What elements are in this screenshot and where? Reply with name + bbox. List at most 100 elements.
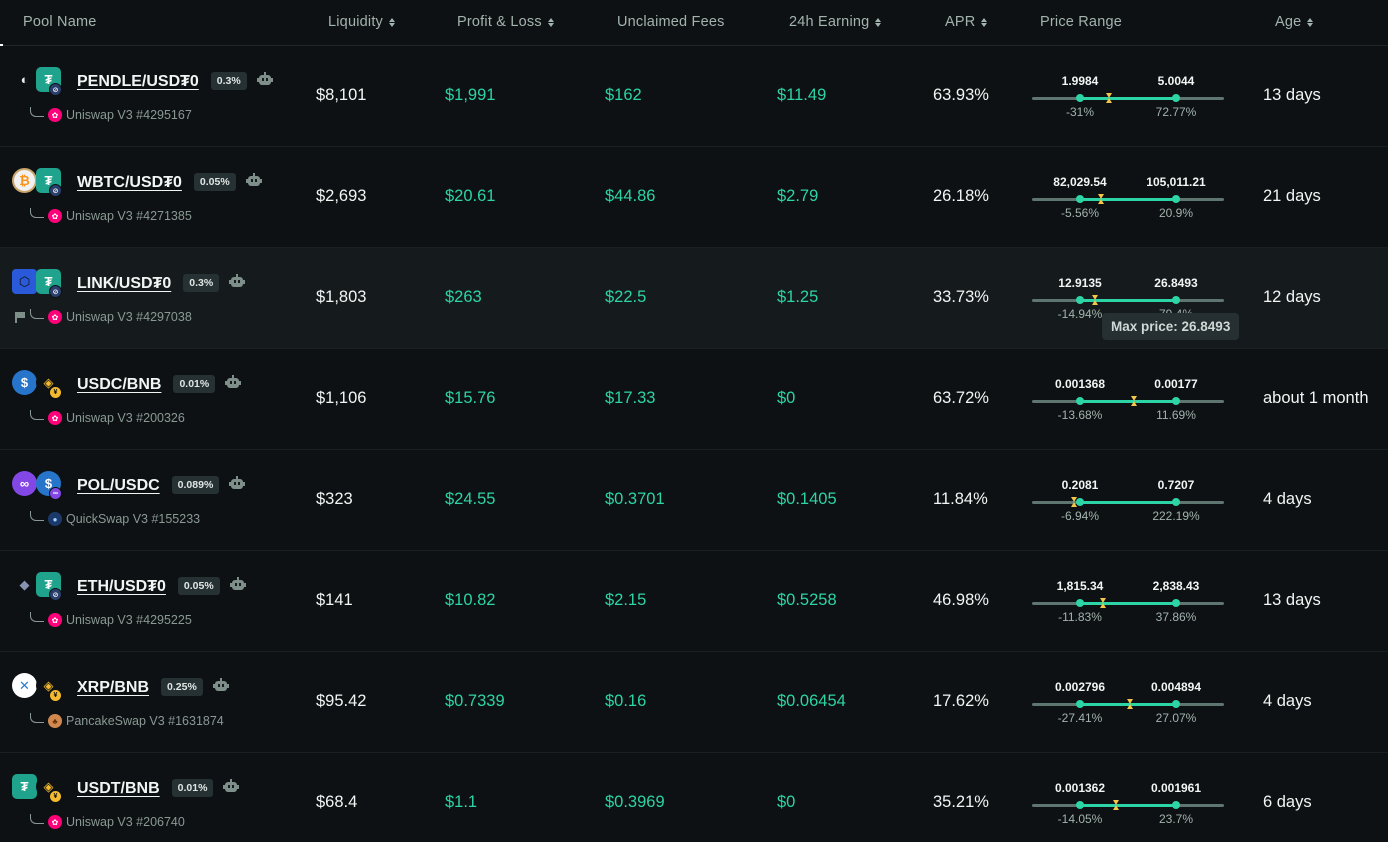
age-value: 13 days [1263, 86, 1321, 104]
age-value: 13 days [1263, 591, 1321, 609]
max-price-label: 2,838.43 [1152, 579, 1200, 593]
price-range-bar[interactable]: 82,029.54 105,011.21 -5.56% 20.9% [1032, 175, 1224, 225]
price-range-bar[interactable]: 0.002796 0.004894 -27.41% 27.07% [1032, 680, 1224, 730]
dex-position-id: Uniswap V3 #4295167 [66, 108, 192, 122]
flag-icon[interactable] [14, 311, 26, 323]
sort-icon[interactable] [875, 17, 882, 27]
sort-icon[interactable] [547, 17, 554, 27]
pair-icons: ✕ ◈ ¥ [12, 673, 68, 713]
pool-link[interactable]: POL/USDC 0.089% [77, 476, 246, 495]
pool-link[interactable]: WBTC/USD₮0 0.05% [77, 173, 262, 192]
age-value: 6 days [1263, 793, 1312, 811]
24h-earning-value: $11.49 [777, 86, 827, 104]
uniswap-icon: ✿ [48, 411, 62, 425]
table-row[interactable]: ₮ ◈ ¥ USDT/BNB 0.01% ✿ Uniswap V3 #206740… [0, 753, 1388, 842]
dex-position-id: QuickSwap V3 #155233 [66, 512, 201, 526]
liquidity-value: $1,803 [316, 288, 367, 306]
position-source: ✿ Uniswap V3 #200326 [14, 410, 185, 425]
unclaimed-fees-value: $0.3969 [605, 793, 665, 811]
current-price-marker-icon [1092, 295, 1099, 305]
network-badge-icon: ⊘ [49, 184, 62, 197]
min-price-pct: -14.05% [1057, 812, 1103, 826]
max-price-handle[interactable] [1172, 195, 1180, 203]
min-price-handle[interactable] [1076, 94, 1084, 102]
col-age[interactable]: Age [1275, 14, 1314, 30]
col-pnl[interactable]: Profit & Loss [457, 14, 554, 30]
price-range-bar[interactable]: 1,815.34 2,838.43 -11.83% 37.86% [1032, 579, 1224, 629]
min-price-pct: -13.68% [1057, 408, 1103, 422]
apr-value: 26.18% [933, 187, 989, 205]
col-unclaimed-fees: Unclaimed Fees [617, 14, 725, 30]
fee-tier-badge: 0.3% [210, 72, 247, 90]
max-price-handle[interactable] [1172, 94, 1180, 102]
min-price-handle[interactable] [1076, 195, 1084, 203]
min-price-handle[interactable] [1076, 397, 1084, 405]
pool-link[interactable]: USDC/BNB 0.01% [77, 375, 242, 394]
price-range-bar[interactable]: 0.001368 0.00177 -13.68% 11.69% [1032, 377, 1224, 427]
max-price-handle[interactable] [1172, 397, 1180, 405]
fee-tier-badge: 0.05% [177, 577, 220, 595]
max-price-handle[interactable] [1172, 498, 1180, 506]
bot-icon [212, 678, 229, 692]
pair-icons: ∞ $ ∞ [12, 471, 68, 511]
uniswap-icon: ✿ [48, 108, 62, 122]
min-price-handle[interactable] [1076, 700, 1084, 708]
max-price-pct: 11.69% [1156, 408, 1196, 422]
current-price-marker-icon [1113, 800, 1120, 810]
price-range-bar[interactable]: 1.9984 5.0044 -31% 72.77% [1032, 74, 1224, 124]
max-price-handle[interactable] [1172, 296, 1180, 304]
min-price-label: 0.2081 [1061, 478, 1099, 492]
sort-icon[interactable] [981, 17, 988, 27]
apr-value: 35.21% [933, 793, 989, 811]
age-value: about 1 month [1263, 389, 1369, 407]
sort-icon[interactable] [389, 17, 395, 27]
pool-link[interactable]: ETH/USD₮0 0.05% [77, 577, 246, 596]
sort-icon[interactable] [1307, 17, 1314, 27]
col-pool-name: Pool Name [23, 14, 97, 30]
min-price-handle[interactable] [1076, 801, 1084, 809]
min-price-label: 12.9135 [1058, 276, 1102, 290]
pnl-value: $263 [445, 288, 482, 306]
max-price-pct: 72.77% [1155, 105, 1197, 119]
pool-link[interactable]: XRP/BNB 0.25% [77, 678, 229, 697]
pool-link[interactable]: USDT/BNB 0.01% [77, 779, 240, 798]
dex-position-id: Uniswap V3 #4271385 [66, 209, 192, 223]
pnl-value: $24.55 [445, 490, 496, 508]
fee-tier-badge: 0.01% [171, 779, 214, 797]
age-value: 4 days [1263, 490, 1312, 508]
price-range-bar[interactable]: 0.001362 0.001961 -14.05% 23.7% [1032, 781, 1224, 831]
max-price-pct: 27.07% [1155, 711, 1197, 725]
pool-link[interactable]: LINK/USD₮0 0.3% [77, 274, 246, 293]
unclaimed-fees-value: $162 [605, 86, 642, 104]
price-range-bar[interactable]: 0.2081 0.7207 -6.94% 222.19% [1032, 478, 1224, 528]
liquidity-value: $323 [316, 490, 353, 508]
min-price-handle[interactable] [1076, 296, 1084, 304]
col-apr[interactable]: APR [945, 14, 988, 30]
network-badge-icon: ∞ [49, 487, 62, 500]
min-price-pct: -11.83% [1058, 610, 1102, 624]
table-row[interactable]: ◆ ₮ ⊘ ETH/USD₮0 0.05% ✿ Uniswap V3 #42952… [0, 551, 1388, 652]
pair-icons: ₮ ◈ ¥ [12, 774, 68, 814]
pair-icons: ◆ ₮ ⊘ [12, 572, 68, 612]
pool-link[interactable]: PENDLE/USD₮0 0.3% [77, 72, 273, 91]
table-row[interactable]: ◐ ₮ ⊘ PENDLE/USD₮0 0.3% ✿ Uniswap V3 #429… [0, 46, 1388, 147]
max-price-handle[interactable] [1172, 700, 1180, 708]
branch-icon [30, 410, 44, 420]
min-price-label: 82,029.54 [1053, 175, 1107, 189]
ethereum-icon: ◆ [12, 572, 37, 597]
table-row[interactable]: $ ◈ ¥ USDC/BNB 0.01% ✿ Uniswap V3 #200326… [0, 349, 1388, 450]
col-24h-earning[interactable]: 24h Earning [789, 14, 882, 30]
age-value: 4 days [1263, 692, 1312, 710]
min-price-handle[interactable] [1076, 599, 1084, 607]
quickswap-icon: ● [48, 512, 62, 526]
branch-icon [30, 208, 44, 218]
table-row[interactable]: ∞ $ ∞ POL/USDC 0.089% ● QuickSwap V3 #155… [0, 450, 1388, 551]
max-price-handle[interactable] [1172, 599, 1180, 607]
current-price-marker-icon [1071, 497, 1078, 507]
table-row[interactable]: ✕ ◈ ¥ XRP/BNB 0.25% ♣ PancakeSwap V3 #163… [0, 652, 1388, 753]
col-liquidity[interactable]: Liquidity [328, 14, 395, 30]
max-price-handle[interactable] [1172, 801, 1180, 809]
bot-icon [256, 72, 273, 86]
branch-icon [30, 309, 44, 319]
table-row[interactable]: ₿ ₮ ⊘ WBTC/USD₮0 0.05% ✿ Uniswap V3 #4271… [0, 147, 1388, 248]
